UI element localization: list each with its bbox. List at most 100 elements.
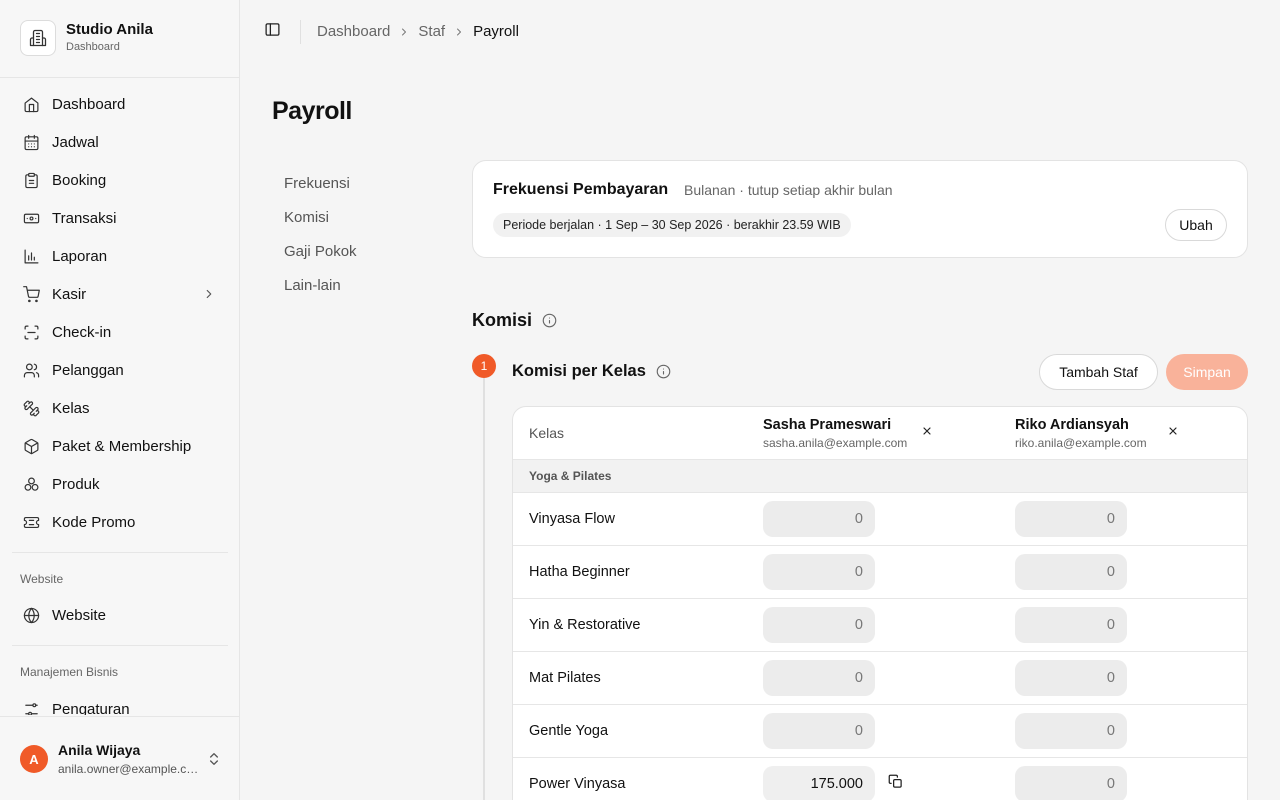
users-icon: [22, 361, 40, 379]
chevrons-up-down-icon: [206, 751, 222, 772]
sidebar-item-label: Laporan: [52, 247, 108, 265]
sidebar-toggle-button[interactable]: [262, 22, 282, 42]
breadcrumb-current: Payroll: [473, 23, 519, 40]
staff-email: riko.anila@example.com: [1015, 436, 1147, 450]
banknote-icon: [22, 209, 40, 227]
user-menu[interactable]: A Anila Wijaya anila.owner@example.com: [0, 716, 240, 800]
save-button[interactable]: Simpan: [1166, 354, 1248, 390]
divider: [12, 552, 228, 553]
step-header: Komisi per Kelas: [512, 362, 671, 381]
commission-input[interactable]: 0: [763, 713, 875, 749]
sidebar-item-pelanggan[interactable]: Pelanggan: [12, 351, 228, 389]
info-icon[interactable]: [542, 313, 557, 328]
sidebar-item-label: Dashboard: [52, 95, 126, 113]
staff-name: Sasha Prameswari: [763, 417, 892, 433]
class-name: Gentle Yoga: [529, 723, 609, 739]
commission-input[interactable]: 0: [1015, 607, 1127, 643]
globe-icon: [22, 606, 40, 624]
user-name: Anila Wijaya: [58, 742, 141, 758]
frequency-title: Frekuensi Pembayaran: [493, 181, 669, 198]
commission-input[interactable]: 0: [1015, 766, 1127, 800]
sidebar-item-kode-promo[interactable]: Kode Promo: [12, 503, 228, 541]
section-link-lain-lain[interactable]: Lain-lain: [284, 268, 357, 302]
sidebar-item-dashboard[interactable]: Dashboard: [12, 85, 228, 123]
sidebar-item-jadwal[interactable]: Jadwal: [12, 123, 228, 161]
sidebar-item-kasir[interactable]: Kasir: [12, 275, 228, 313]
section-link-komisi[interactable]: Komisi: [284, 200, 357, 234]
sidebar-item-booking[interactable]: Booking: [12, 161, 228, 199]
sidebar-item-laporan[interactable]: Laporan: [12, 237, 228, 275]
commission-input[interactable]: 0: [1015, 660, 1127, 696]
sidebar-item-label: Pelanggan: [52, 361, 124, 379]
commission-input[interactable]: 0: [1015, 713, 1127, 749]
commission-input[interactable]: 0: [763, 501, 875, 537]
table-header: Kelas Sasha Prameswari sasha.anila@examp…: [513, 407, 1247, 460]
change-frequency-button[interactable]: Ubah: [1165, 209, 1227, 241]
class-name: Hatha Beginner: [529, 564, 630, 580]
sidebar-item-paket-membership[interactable]: Paket & Membership: [12, 427, 228, 465]
table-row: Gentle Yoga 0 0: [513, 705, 1247, 758]
breadcrumb: Dashboard Staf Payroll: [317, 23, 519, 40]
copy-value-button[interactable]: [887, 774, 903, 794]
sliders-icon: [22, 700, 40, 715]
sidebar-item-produk[interactable]: Produk: [12, 465, 228, 503]
sidebar-item-label: Website: [52, 606, 106, 624]
building-icon: [20, 20, 56, 56]
commission-input[interactable]: 0: [763, 554, 875, 590]
copy-icon: [888, 774, 903, 794]
class-name: Vinyasa Flow: [529, 511, 615, 527]
chevron-right-icon: [398, 26, 410, 38]
panel-left-icon: [264, 21, 281, 43]
commission-input[interactable]: 0: [1015, 501, 1127, 537]
breadcrumb-item-staf[interactable]: Staf: [418, 23, 445, 40]
business-nav-clip: Pengaturan: [12, 690, 228, 715]
section-link-frekuensi[interactable]: Frekuensi: [284, 166, 357, 200]
sidebar-item-label: Kasir: [52, 285, 87, 303]
group-label: Yoga & Pilates: [529, 469, 612, 483]
commission-input[interactable]: 0: [763, 607, 875, 643]
website-nav: Website: [12, 596, 228, 634]
user-email: anila.owner@example.com: [58, 762, 200, 776]
page-title: Payroll: [272, 97, 352, 125]
column-header-kelas: Kelas: [529, 425, 565, 441]
class-name: Power Vinyasa: [529, 776, 626, 792]
add-staff-button[interactable]: Tambah Staf: [1039, 354, 1158, 390]
sidebar-item-pengaturan[interactable]: Pengaturan: [12, 690, 228, 715]
sidebar-item-kelas[interactable]: Kelas: [12, 389, 228, 427]
sidebar-item-check-in[interactable]: Check-in: [12, 313, 228, 351]
clipboard-icon: [22, 171, 40, 189]
home-icon: [22, 95, 40, 113]
commission-table: Kelas Sasha Prameswari sasha.anila@examp…: [512, 406, 1248, 800]
sidebar-item-label: Paket & Membership: [52, 437, 192, 455]
bar-chart-icon: [22, 247, 40, 265]
close-icon: [1167, 424, 1179, 442]
brand[interactable]: Studio Anila Dashboard: [20, 20, 153, 56]
class-name: Yin & Restorative: [529, 617, 641, 633]
commission-input[interactable]: 0: [763, 660, 875, 696]
table-row: Mat Pilates 0 0: [513, 652, 1247, 705]
remove-staff-button[interactable]: [1165, 425, 1181, 441]
section-label-website: Website: [20, 572, 64, 586]
sidebar-item-label: Kode Promo: [52, 513, 136, 531]
step-line: [483, 378, 485, 800]
sidebar-item-label: Produk: [52, 475, 100, 493]
group-row: Yoga & Pilates: [513, 460, 1247, 493]
sidebar-item-transaksi[interactable]: Transaksi: [12, 199, 228, 237]
step-badge: 1: [472, 354, 496, 378]
commission-input[interactable]: 0: [1015, 554, 1127, 590]
section-link-gaji-pokok[interactable]: Gaji Pokok: [284, 234, 357, 268]
chevron-right-icon: [202, 287, 216, 305]
frequency-card: Frekuensi Pembayaran Bulanan · tutup set…: [472, 160, 1248, 258]
dumbbell-icon: [22, 399, 40, 417]
divider: [12, 645, 228, 646]
table-row: Vinyasa Flow 0 0: [513, 493, 1247, 546]
info-icon[interactable]: [656, 364, 671, 379]
sidebar-item-website[interactable]: Website: [12, 596, 228, 634]
breadcrumb-item-dashboard[interactable]: Dashboard: [317, 23, 390, 40]
remove-staff-button[interactable]: [919, 425, 935, 441]
divider: [0, 77, 240, 78]
commission-input[interactable]: 175.000: [763, 766, 875, 800]
frequency-description: Bulanan · tutup setiap akhir bulan: [684, 182, 893, 198]
sidebar-item-label: Kelas: [52, 399, 90, 417]
section-label-business: Manajemen Bisnis: [20, 665, 119, 679]
